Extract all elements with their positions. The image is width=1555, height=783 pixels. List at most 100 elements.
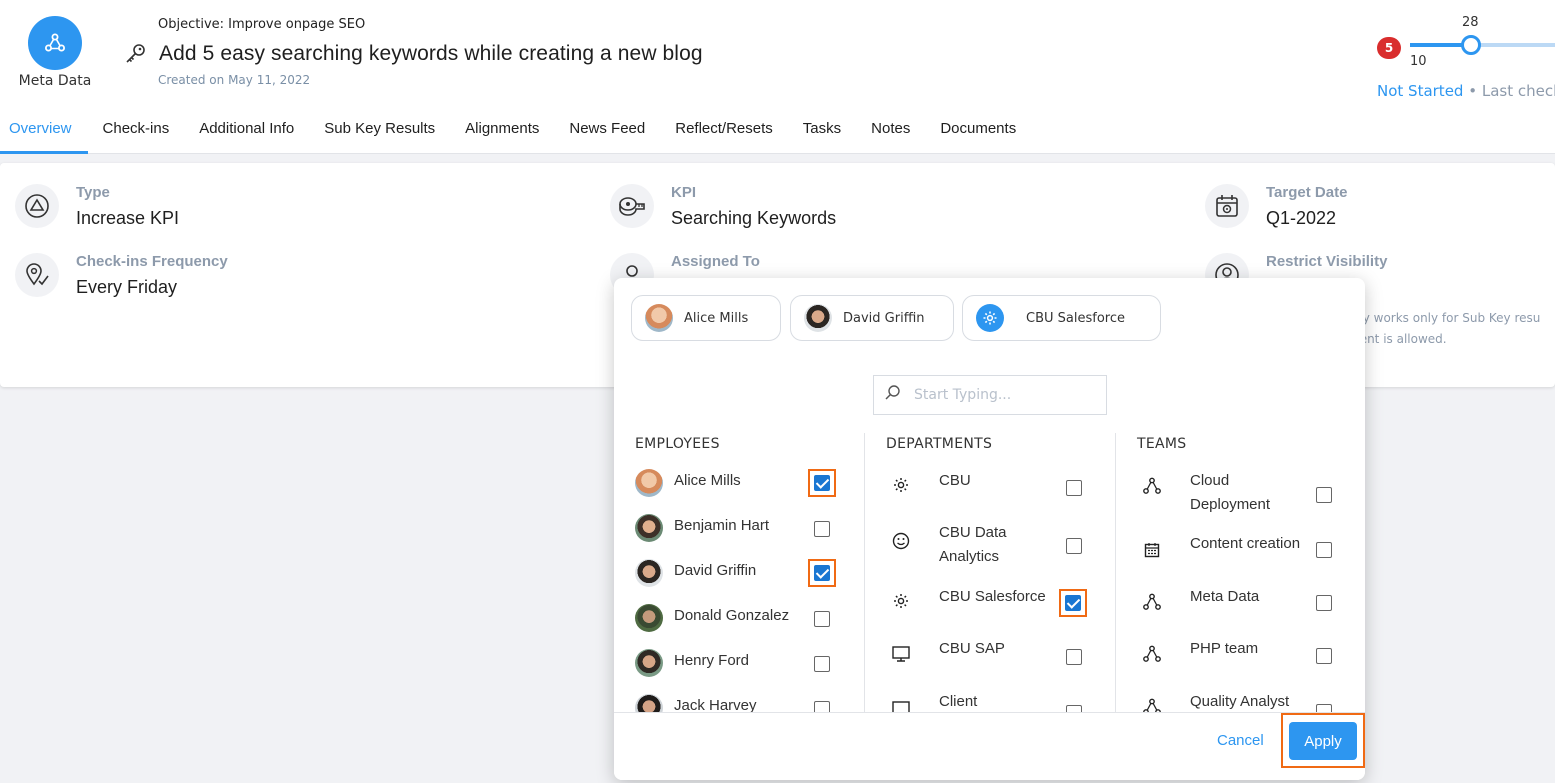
gear-icon: [890, 474, 912, 496]
type-value: Increase KPI: [76, 208, 180, 228]
avatar: [635, 604, 663, 632]
gear-icon: [976, 304, 1004, 332]
employee-name: David Griffin: [674, 562, 757, 579]
selected-chip-cbu-salesforce[interactable]: CBU Salesforce: [962, 295, 1161, 341]
team-checkbox-cloud-deployment[interactable]: [1316, 487, 1332, 503]
team-name: Content creation: [1190, 535, 1301, 552]
progress-value: 28: [1462, 15, 1479, 30]
frequency-value: Every Friday: [76, 277, 178, 297]
visibility-note-line1: ility works only for Sub Key resu: [1348, 311, 1541, 325]
tab-news-feed[interactable]: News Feed: [554, 112, 660, 154]
employee-checkbox-alice-mills[interactable]: [814, 475, 830, 491]
visibility-note: ility works only for Sub Key resu ment i…: [1348, 308, 1540, 350]
progress-min: 10: [1410, 54, 1427, 69]
tab-notes[interactable]: Notes: [856, 112, 925, 154]
avatar: [635, 694, 663, 712]
status-line: Not Started • Last checke: [1377, 82, 1555, 100]
frequency-label: Check-ins Frequency: [76, 253, 228, 270]
status-suffix: • Last checke: [1468, 82, 1555, 100]
avatar: [804, 304, 832, 332]
team-checkbox-quality-analyst[interactable]: [1316, 704, 1332, 712]
tab-documents[interactable]: Documents: [925, 112, 1031, 154]
department-name: CBU Data Analytics: [939, 524, 1007, 565]
departments-heading: DEPARTMENTS: [886, 436, 993, 452]
network-icon: [1141, 591, 1163, 613]
employee-name: Alice Mills: [674, 472, 741, 489]
tab-additional-info[interactable]: Additional Info: [184, 112, 309, 154]
monitor-icon: [890, 698, 912, 712]
notification-count-badge[interactable]: 5: [1377, 37, 1401, 59]
tab-bar: Overview Check-ins Additional Info Sub K…: [0, 112, 1031, 154]
monitor-icon: [890, 643, 912, 665]
department-checkbox-cbu-data-analytics[interactable]: [1066, 538, 1082, 554]
avatar: [635, 649, 663, 677]
department-checkbox-client[interactable]: [1066, 705, 1082, 712]
avatar: [635, 559, 663, 587]
employee-checkbox-jack-harvey[interactable]: [814, 701, 830, 712]
network-icon: [1141, 643, 1163, 665]
chip-label: CBU Salesforce: [1026, 310, 1125, 326]
department-checkbox-cbu[interactable]: [1066, 480, 1082, 496]
network-icon: [1141, 696, 1163, 712]
selection-highlight: Apply: [1281, 713, 1365, 768]
search-icon: [884, 384, 902, 406]
teams-heading: TEAMS: [1137, 436, 1187, 452]
avatar: [645, 304, 673, 332]
employees-heading: EMPLOYEES: [635, 436, 720, 452]
employee-checkbox-david-griffin[interactable]: [814, 565, 830, 581]
department-checkbox-cbu-sap[interactable]: [1066, 649, 1082, 665]
network-icon: [1141, 475, 1163, 497]
selected-chip-alice-mills[interactable]: Alice Mills: [631, 295, 781, 341]
team-checkbox-content-creation[interactable]: [1316, 542, 1332, 558]
chip-label: Alice Mills: [684, 310, 749, 326]
objective-text[interactable]: Objective: Improve onpage SEO: [158, 17, 365, 32]
progress-slider-thumb[interactable]: [1461, 35, 1481, 55]
location-check-icon: [15, 253, 59, 297]
avatar: [635, 469, 663, 497]
assigned-label: Assigned To: [671, 253, 760, 270]
kpi-label: KPI: [671, 184, 697, 201]
status-link[interactable]: Not Started: [1377, 82, 1463, 100]
selected-chip-david-griffin[interactable]: David Griffin: [790, 295, 954, 341]
avatar: [635, 514, 663, 542]
tab-tasks[interactable]: Tasks: [788, 112, 856, 154]
tab-overview[interactable]: Overview: [0, 112, 88, 154]
department-name: CBU: [939, 472, 971, 489]
team-checkbox-meta-data[interactable]: [1316, 595, 1332, 611]
created-date: Created on May 11, 2022: [158, 73, 311, 87]
employee-checkbox-donald-gonzalez[interactable]: [814, 611, 830, 627]
tab-check-ins[interactable]: Check-ins: [88, 112, 185, 154]
employee-checkbox-benjamin-hart[interactable]: [814, 521, 830, 537]
cancel-button[interactable]: Cancel: [1217, 732, 1264, 749]
team-checkbox-php-team[interactable]: [1316, 648, 1332, 664]
employee-checkbox-henry-ford[interactable]: [814, 656, 830, 672]
apply-button[interactable]: Apply: [1289, 722, 1357, 760]
assign-popup: Alice Mills David Griffin CBU Salesforce…: [614, 278, 1365, 780]
calendar-target-icon: [1205, 184, 1249, 228]
popup-footer: Cancel Apply: [614, 712, 1365, 780]
team-label: Meta Data: [18, 73, 92, 89]
employee-name: Henry Ford: [674, 652, 750, 669]
key-result-title: Add 5 easy searching keywords while crea…: [159, 42, 703, 65]
measuring-tape-icon: [610, 184, 654, 228]
assignee-search: [873, 375, 1107, 415]
tab-sub-key-results[interactable]: Sub Key Results: [309, 112, 450, 154]
team-name: PHP team: [1190, 640, 1259, 657]
kpi-value: Searching Keywords: [671, 208, 837, 228]
tab-reflect-resets[interactable]: Reflect/Resets: [660, 112, 788, 154]
calendar-icon: [1141, 539, 1163, 561]
search-input[interactable]: [914, 387, 1094, 403]
target-date-label: Target Date: [1266, 184, 1348, 201]
team-name: Cloud Deployment: [1190, 472, 1271, 513]
key-icon: [124, 42, 148, 70]
team-network-icon[interactable]: [28, 16, 82, 70]
employee-name: Donald Gonzalez: [674, 607, 790, 624]
gear-icon: [890, 590, 912, 612]
type-label: Type: [76, 184, 110, 201]
teams-column: TEAMS Cloud Deployment Content creation …: [1115, 433, 1365, 712]
department-checkbox-cbu-salesforce[interactable]: [1065, 595, 1081, 611]
smiley-icon: [890, 530, 912, 552]
tab-alignments[interactable]: Alignments: [450, 112, 554, 154]
progress-slider-track[interactable]: [1410, 43, 1555, 47]
chip-label: David Griffin: [843, 310, 925, 326]
